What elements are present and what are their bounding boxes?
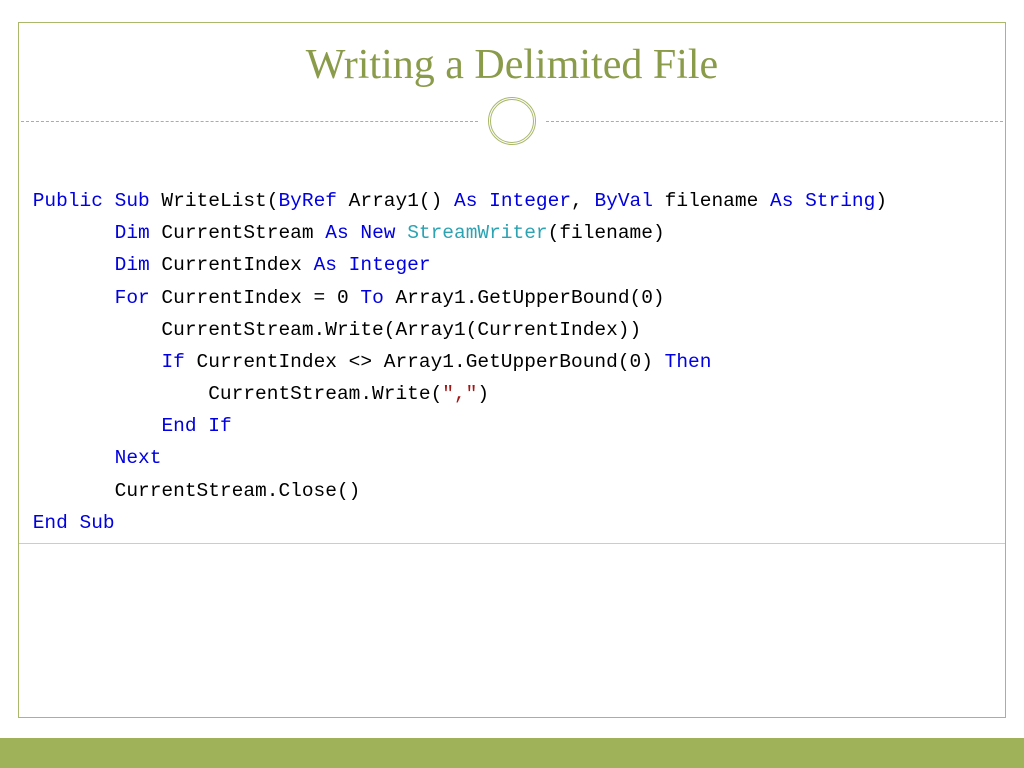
kw-next: Next [115, 447, 162, 469]
kw-if: If [161, 351, 184, 373]
txt: CurrentIndex <> Array1.GetUpperBound(0) [185, 351, 665, 373]
str-comma: "," [442, 383, 477, 405]
footer-bar [0, 738, 1024, 768]
code-line: CurrentStream.Write(Array1(CurrentIndex)… [21, 319, 641, 341]
kw-sub: Sub [115, 190, 150, 212]
txt: Array1.GetUpperBound(0) [384, 287, 665, 309]
kw-dim: Dim [115, 222, 150, 244]
txt: filename [653, 190, 770, 212]
kw-as: As [454, 190, 477, 212]
kw-dim: Dim [115, 254, 150, 276]
kw-byref: ByRef [278, 190, 337, 212]
kw-to: To [360, 287, 383, 309]
kw-end: End [33, 512, 68, 534]
txt: WriteList( [150, 190, 279, 212]
txt: CurrentStream.Write( [21, 383, 442, 405]
txt: Array1() [337, 190, 454, 212]
txt: (filename) [548, 222, 665, 244]
kw-integer: Integer [489, 190, 571, 212]
kw-sub: Sub [80, 512, 115, 534]
code-block: Public Sub WriteList(ByRef Array1() As I… [19, 185, 1005, 544]
kw-string: String [805, 190, 875, 212]
kw-byval: ByVal [594, 190, 653, 212]
type-streamwriter: StreamWriter [407, 222, 547, 244]
txt: CurrentIndex [150, 254, 314, 276]
txt: ) [875, 190, 887, 212]
dash-left [21, 121, 478, 122]
kw-then: Then [665, 351, 712, 373]
dash-right [546, 121, 1003, 122]
circle-icon [488, 97, 536, 145]
kw-as: As [314, 254, 337, 276]
kw-new: New [360, 222, 395, 244]
code-line: CurrentStream.Close() [21, 480, 360, 502]
txt: , [571, 190, 594, 212]
txt: ) [477, 383, 489, 405]
kw-as: As [325, 222, 348, 244]
kw-for: For [115, 287, 150, 309]
txt: CurrentStream [150, 222, 326, 244]
kw-integer: Integer [349, 254, 431, 276]
slide-title: Writing a Delimited File [19, 41, 1005, 89]
txt: CurrentIndex = 0 [150, 287, 361, 309]
kw-end: End [161, 415, 196, 437]
title-divider [19, 97, 1005, 145]
kw-if: If [208, 415, 231, 437]
slide-border: Writing a Delimited File Public Sub Writ… [18, 22, 1006, 718]
kw-public: Public [33, 190, 103, 212]
kw-as: As [770, 190, 793, 212]
